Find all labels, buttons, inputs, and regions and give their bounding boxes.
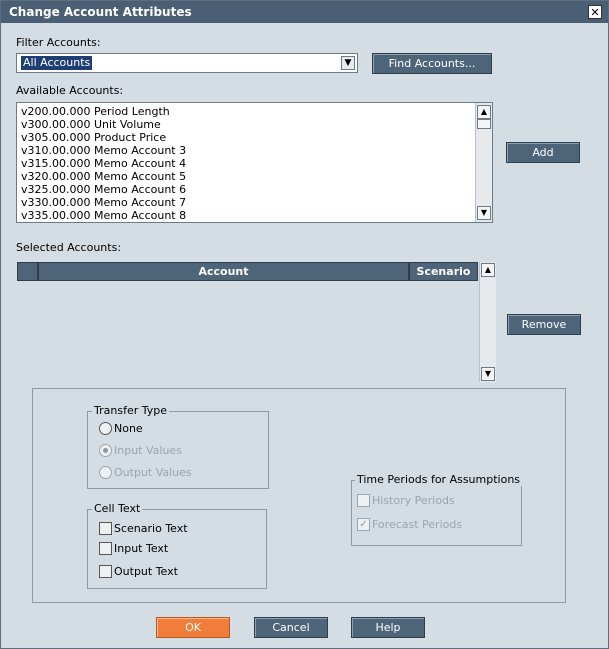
checkbox-forecast-periods-label: Forecast Periods [372, 518, 463, 531]
list-item[interactable]: v305.00.000 Product Price [21, 131, 166, 144]
available-accounts-label: Available Accounts: [16, 84, 124, 97]
time-periods-group [351, 480, 522, 546]
list-item[interactable]: v315.00.000 Memo Account 4 [21, 157, 186, 170]
dialog-title: Change Account Attributes [9, 5, 192, 19]
selected-accounts-grid[interactable]: Account Scenario ▲ ▼ [16, 262, 496, 382]
filter-accounts-label: Filter Accounts: [16, 36, 101, 49]
list-item[interactable]: v335.00.000 Memo Account 8 [21, 209, 186, 222]
list-item[interactable]: v300.00.000 Unit Volume [21, 118, 161, 131]
checkbox-history-periods-label: History Periods [372, 494, 455, 507]
close-icon[interactable]: ✕ [588, 5, 602, 19]
available-accounts-scrollbar[interactable]: ▲ ▼ [475, 103, 492, 222]
row-selector-header [17, 262, 38, 281]
chevron-down-icon[interactable]: ▼ [341, 56, 355, 70]
available-accounts-list[interactable]: v200.00.000 Period Length v300.00.000 Un… [16, 102, 493, 223]
scroll-thumb[interactable] [477, 119, 491, 129]
cell-text-legend: Cell Text [92, 502, 143, 515]
filter-accounts-value: All Accounts [21, 56, 93, 70]
remove-button[interactable]: Remove [507, 314, 581, 335]
checkbox-input-text-label: Input Text [114, 542, 169, 555]
title-bar[interactable]: Change Account Attributes ✕ [1, 1, 608, 23]
scroll-up-icon[interactable]: ▲ [477, 105, 491, 119]
radio-output-values[interactable] [99, 466, 112, 479]
scroll-down-icon[interactable]: ▼ [481, 367, 495, 381]
checkbox-scenario-text-label: Scenario Text [114, 522, 188, 535]
transfer-type-legend: Transfer Type [92, 404, 169, 417]
checkbox-scenario-text[interactable] [99, 522, 112, 535]
add-button[interactable]: Add [506, 142, 580, 163]
column-header-scenario[interactable]: Scenario [409, 262, 478, 281]
help-button[interactable]: Help [351, 617, 425, 638]
radio-none[interactable] [99, 422, 112, 435]
radio-output-values-label: Output Values [114, 466, 192, 479]
column-header-account[interactable]: Account [38, 262, 409, 281]
list-item[interactable]: v310.00.000 Memo Account 3 [21, 144, 186, 157]
filter-accounts-select[interactable]: All Accounts ▼ [16, 53, 358, 73]
checkbox-output-text-label: Output Text [114, 565, 178, 578]
list-item[interactable]: v320.00.000 Memo Account 5 [21, 170, 186, 183]
selected-accounts-label: Selected Accounts: [16, 241, 122, 254]
ok-button[interactable]: OK [156, 617, 230, 638]
selected-accounts-scrollbar[interactable]: ▲ ▼ [479, 262, 496, 382]
checkbox-history-periods[interactable] [357, 494, 370, 507]
list-item[interactable]: v330.00.000 Memo Account 7 [21, 196, 186, 209]
time-periods-legend: Time Periods for Assumptions [355, 473, 523, 486]
radio-input-values-label: Input Values [114, 444, 182, 457]
checkbox-input-text[interactable] [99, 542, 112, 555]
list-item[interactable]: v325.00.000 Memo Account 6 [21, 183, 186, 196]
checkbox-output-text[interactable] [99, 565, 112, 578]
cancel-button[interactable]: Cancel [254, 617, 328, 638]
radio-none-label: None [114, 422, 143, 435]
list-item[interactable]: v200.00.000 Period Length [21, 105, 170, 118]
find-accounts-button[interactable]: Find Accounts... [372, 53, 492, 74]
radio-input-values[interactable] [99, 444, 112, 457]
change-account-attributes-dialog: Change Account Attributes ✕ Filter Accou… [0, 0, 609, 649]
scroll-down-icon[interactable]: ▼ [477, 206, 491, 220]
scroll-up-icon[interactable]: ▲ [481, 263, 495, 277]
checkbox-forecast-periods[interactable]: ✓ [357, 518, 370, 531]
